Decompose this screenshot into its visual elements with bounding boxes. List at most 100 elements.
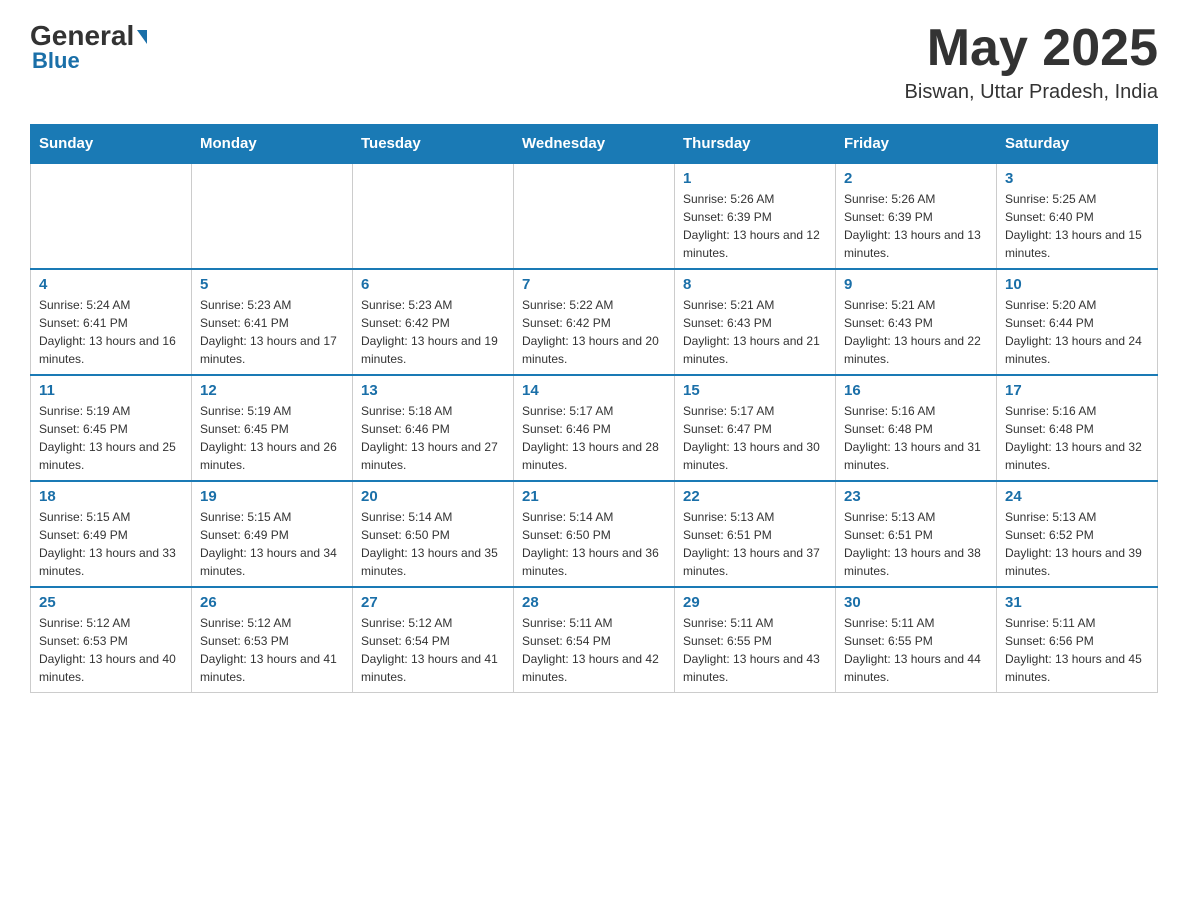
calendar-cell: 24 Sunrise: 5:13 AM Sunset: 6:52 PM Dayli…: [997, 481, 1158, 587]
day-number: 26: [200, 594, 344, 611]
day-number: 15: [683, 382, 827, 399]
day-info: Sunrise: 5:26 AM Sunset: 6:39 PM Dayligh…: [844, 190, 988, 262]
day-number: 2: [844, 170, 988, 187]
day-info: Sunrise: 5:25 AM Sunset: 6:40 PM Dayligh…: [1005, 190, 1149, 262]
day-number: 6: [361, 276, 505, 293]
day-info: Sunrise: 5:11 AM Sunset: 6:54 PM Dayligh…: [522, 614, 666, 686]
col-tuesday: Tuesday: [353, 125, 514, 164]
calendar-cell: 31Sunrise: 5:11 AM Sunset: 6:56 PM Dayli…: [997, 587, 1158, 693]
day-info: Sunrise: 5:12 AM Sunset: 6:54 PM Dayligh…: [361, 614, 505, 686]
calendar-week-row-5: 25Sunrise: 5:12 AM Sunset: 6:53 PM Dayli…: [31, 587, 1158, 693]
col-wednesday: Wednesday: [514, 125, 675, 164]
calendar-cell: 25Sunrise: 5:12 AM Sunset: 6:53 PM Dayli…: [31, 587, 192, 693]
day-number: 8: [683, 276, 827, 293]
day-number: 9: [844, 276, 988, 293]
day-info: Sunrise: 5:13 AM Sunset: 6:52 PM Dayligh…: [1005, 508, 1149, 580]
day-info: Sunrise: 5:24 AM Sunset: 6:41 PM Dayligh…: [39, 296, 183, 368]
day-number: 4: [39, 276, 183, 293]
day-info: Sunrise: 5:19 AM Sunset: 6:45 PM Dayligh…: [200, 402, 344, 474]
day-number: 27: [361, 594, 505, 611]
location-label: Biswan, Uttar Pradesh, India: [905, 81, 1158, 104]
calendar-cell: 28 Sunrise: 5:11 AM Sunset: 6:54 PM Dayli…: [514, 587, 675, 693]
day-info: Sunrise: 5:14 AM Sunset: 6:50 PM Dayligh…: [522, 508, 666, 580]
calendar-cell: [31, 163, 192, 269]
calendar-cell: 13 Sunrise: 5:18 AM Sunset: 6:46 PM Dayli…: [353, 375, 514, 481]
day-info: Sunrise: 5:11 AM Sunset: 6:55 PM Dayligh…: [683, 614, 827, 686]
calendar-cell: 10 Sunrise: 5:20 AM Sunset: 6:44 PM Dayli…: [997, 269, 1158, 375]
calendar-cell: 15 Sunrise: 5:17 AM Sunset: 6:47 PM Dayli…: [675, 375, 836, 481]
day-number: 12: [200, 382, 344, 399]
calendar-cell: 19 Sunrise: 5:15 AM Sunset: 6:49 PM Dayli…: [192, 481, 353, 587]
day-number: 19: [200, 488, 344, 505]
day-number: 28: [522, 594, 666, 611]
calendar-week-row-2: 4 Sunrise: 5:24 AM Sunset: 6:41 PM Daylig…: [31, 269, 1158, 375]
day-info: Sunrise: 5:17 AM Sunset: 6:47 PM Dayligh…: [683, 402, 827, 474]
day-info: Sunrise: 5:19 AM Sunset: 6:45 PM Dayligh…: [39, 402, 183, 474]
day-info: Sunrise: 5:12 AM Sunset: 6:53 PM Dayligh…: [200, 614, 344, 686]
day-info: Sunrise: 5:15 AM Sunset: 6:49 PM Dayligh…: [39, 508, 183, 580]
day-info: Sunrise: 5:23 AM Sunset: 6:41 PM Dayligh…: [200, 296, 344, 368]
day-number: 5: [200, 276, 344, 293]
day-number: 1: [683, 170, 827, 187]
day-info: Sunrise: 5:26 AM Sunset: 6:39 PM Dayligh…: [683, 190, 827, 262]
col-thursday: Thursday: [675, 125, 836, 164]
calendar-cell: 5 Sunrise: 5:23 AM Sunset: 6:41 PM Daylig…: [192, 269, 353, 375]
day-number: 13: [361, 382, 505, 399]
day-info: Sunrise: 5:13 AM Sunset: 6:51 PM Dayligh…: [844, 508, 988, 580]
calendar-week-row-3: 11 Sunrise: 5:19 AM Sunset: 6:45 PM Dayli…: [31, 375, 1158, 481]
day-number: 11: [39, 382, 183, 399]
day-info: Sunrise: 5:16 AM Sunset: 6:48 PM Dayligh…: [1005, 402, 1149, 474]
page-header: General Blue May 2025 Biswan, Uttar Prad…: [30, 20, 1158, 104]
logo: General Blue: [30, 20, 147, 74]
day-info: Sunrise: 5:16 AM Sunset: 6:48 PM Dayligh…: [844, 402, 988, 474]
calendar-cell: 26 Sunrise: 5:12 AM Sunset: 6:53 PM Dayli…: [192, 587, 353, 693]
calendar-header-row: Sunday Monday Tuesday Wednesday Thursday…: [31, 125, 1158, 164]
day-info: Sunrise: 5:15 AM Sunset: 6:49 PM Dayligh…: [200, 508, 344, 580]
day-number: 10: [1005, 276, 1149, 293]
day-info: Sunrise: 5:12 AM Sunset: 6:53 PM Dayligh…: [39, 614, 183, 686]
calendar-cell: 27 Sunrise: 5:12 AM Sunset: 6:54 PM Dayli…: [353, 587, 514, 693]
day-info: Sunrise: 5:13 AM Sunset: 6:51 PM Dayligh…: [683, 508, 827, 580]
day-number: 17: [1005, 382, 1149, 399]
day-info: Sunrise: 5:23 AM Sunset: 6:42 PM Dayligh…: [361, 296, 505, 368]
calendar-cell: [353, 163, 514, 269]
col-friday: Friday: [836, 125, 997, 164]
day-number: 24: [1005, 488, 1149, 505]
day-info: Sunrise: 5:11 AM Sunset: 6:56 PM Dayligh…: [1005, 614, 1149, 686]
day-number: 20: [361, 488, 505, 505]
calendar-cell: 2 Sunrise: 5:26 AM Sunset: 6:39 PM Daylig…: [836, 163, 997, 269]
day-info: Sunrise: 5:20 AM Sunset: 6:44 PM Dayligh…: [1005, 296, 1149, 368]
col-sunday: Sunday: [31, 125, 192, 164]
day-number: 16: [844, 382, 988, 399]
calendar-cell: 7Sunrise: 5:22 AM Sunset: 6:42 PM Daylig…: [514, 269, 675, 375]
day-info: Sunrise: 5:21 AM Sunset: 6:43 PM Dayligh…: [683, 296, 827, 368]
calendar-cell: 4 Sunrise: 5:24 AM Sunset: 6:41 PM Daylig…: [31, 269, 192, 375]
day-info: Sunrise: 5:18 AM Sunset: 6:46 PM Dayligh…: [361, 402, 505, 474]
calendar-cell: 11 Sunrise: 5:19 AM Sunset: 6:45 PM Dayli…: [31, 375, 192, 481]
title-block: May 2025 Biswan, Uttar Pradesh, India: [905, 20, 1158, 104]
calendar-cell: 21Sunrise: 5:14 AM Sunset: 6:50 PM Dayli…: [514, 481, 675, 587]
month-year-title: May 2025: [905, 20, 1158, 77]
calendar-cell: [192, 163, 353, 269]
logo-blue-label: Blue: [32, 48, 80, 74]
calendar-cell: 20 Sunrise: 5:14 AM Sunset: 6:50 PM Dayli…: [353, 481, 514, 587]
calendar-cell: 18 Sunrise: 5:15 AM Sunset: 6:49 PM Dayli…: [31, 481, 192, 587]
day-number: 30: [844, 594, 988, 611]
calendar-table: Sunday Monday Tuesday Wednesday Thursday…: [30, 124, 1158, 693]
calendar-cell: 29Sunrise: 5:11 AM Sunset: 6:55 PM Dayli…: [675, 587, 836, 693]
calendar-cell: 30 Sunrise: 5:11 AM Sunset: 6:55 PM Dayli…: [836, 587, 997, 693]
day-info: Sunrise: 5:14 AM Sunset: 6:50 PM Dayligh…: [361, 508, 505, 580]
day-number: 22: [683, 488, 827, 505]
day-info: Sunrise: 5:11 AM Sunset: 6:55 PM Dayligh…: [844, 614, 988, 686]
day-info: Sunrise: 5:22 AM Sunset: 6:42 PM Dayligh…: [522, 296, 666, 368]
calendar-cell: 23Sunrise: 5:13 AM Sunset: 6:51 PM Dayli…: [836, 481, 997, 587]
calendar-cell: 3 Sunrise: 5:25 AM Sunset: 6:40 PM Daylig…: [997, 163, 1158, 269]
day-number: 18: [39, 488, 183, 505]
calendar-cell: 16 Sunrise: 5:16 AM Sunset: 6:48 PM Dayli…: [836, 375, 997, 481]
calendar-cell: 8 Sunrise: 5:21 AM Sunset: 6:43 PM Daylig…: [675, 269, 836, 375]
calendar-cell: 1 Sunrise: 5:26 AM Sunset: 6:39 PM Daylig…: [675, 163, 836, 269]
day-info: Sunrise: 5:17 AM Sunset: 6:46 PM Dayligh…: [522, 402, 666, 474]
calendar-week-row-1: 1 Sunrise: 5:26 AM Sunset: 6:39 PM Daylig…: [31, 163, 1158, 269]
day-number: 3: [1005, 170, 1149, 187]
calendar-cell: 12 Sunrise: 5:19 AM Sunset: 6:45 PM Dayli…: [192, 375, 353, 481]
